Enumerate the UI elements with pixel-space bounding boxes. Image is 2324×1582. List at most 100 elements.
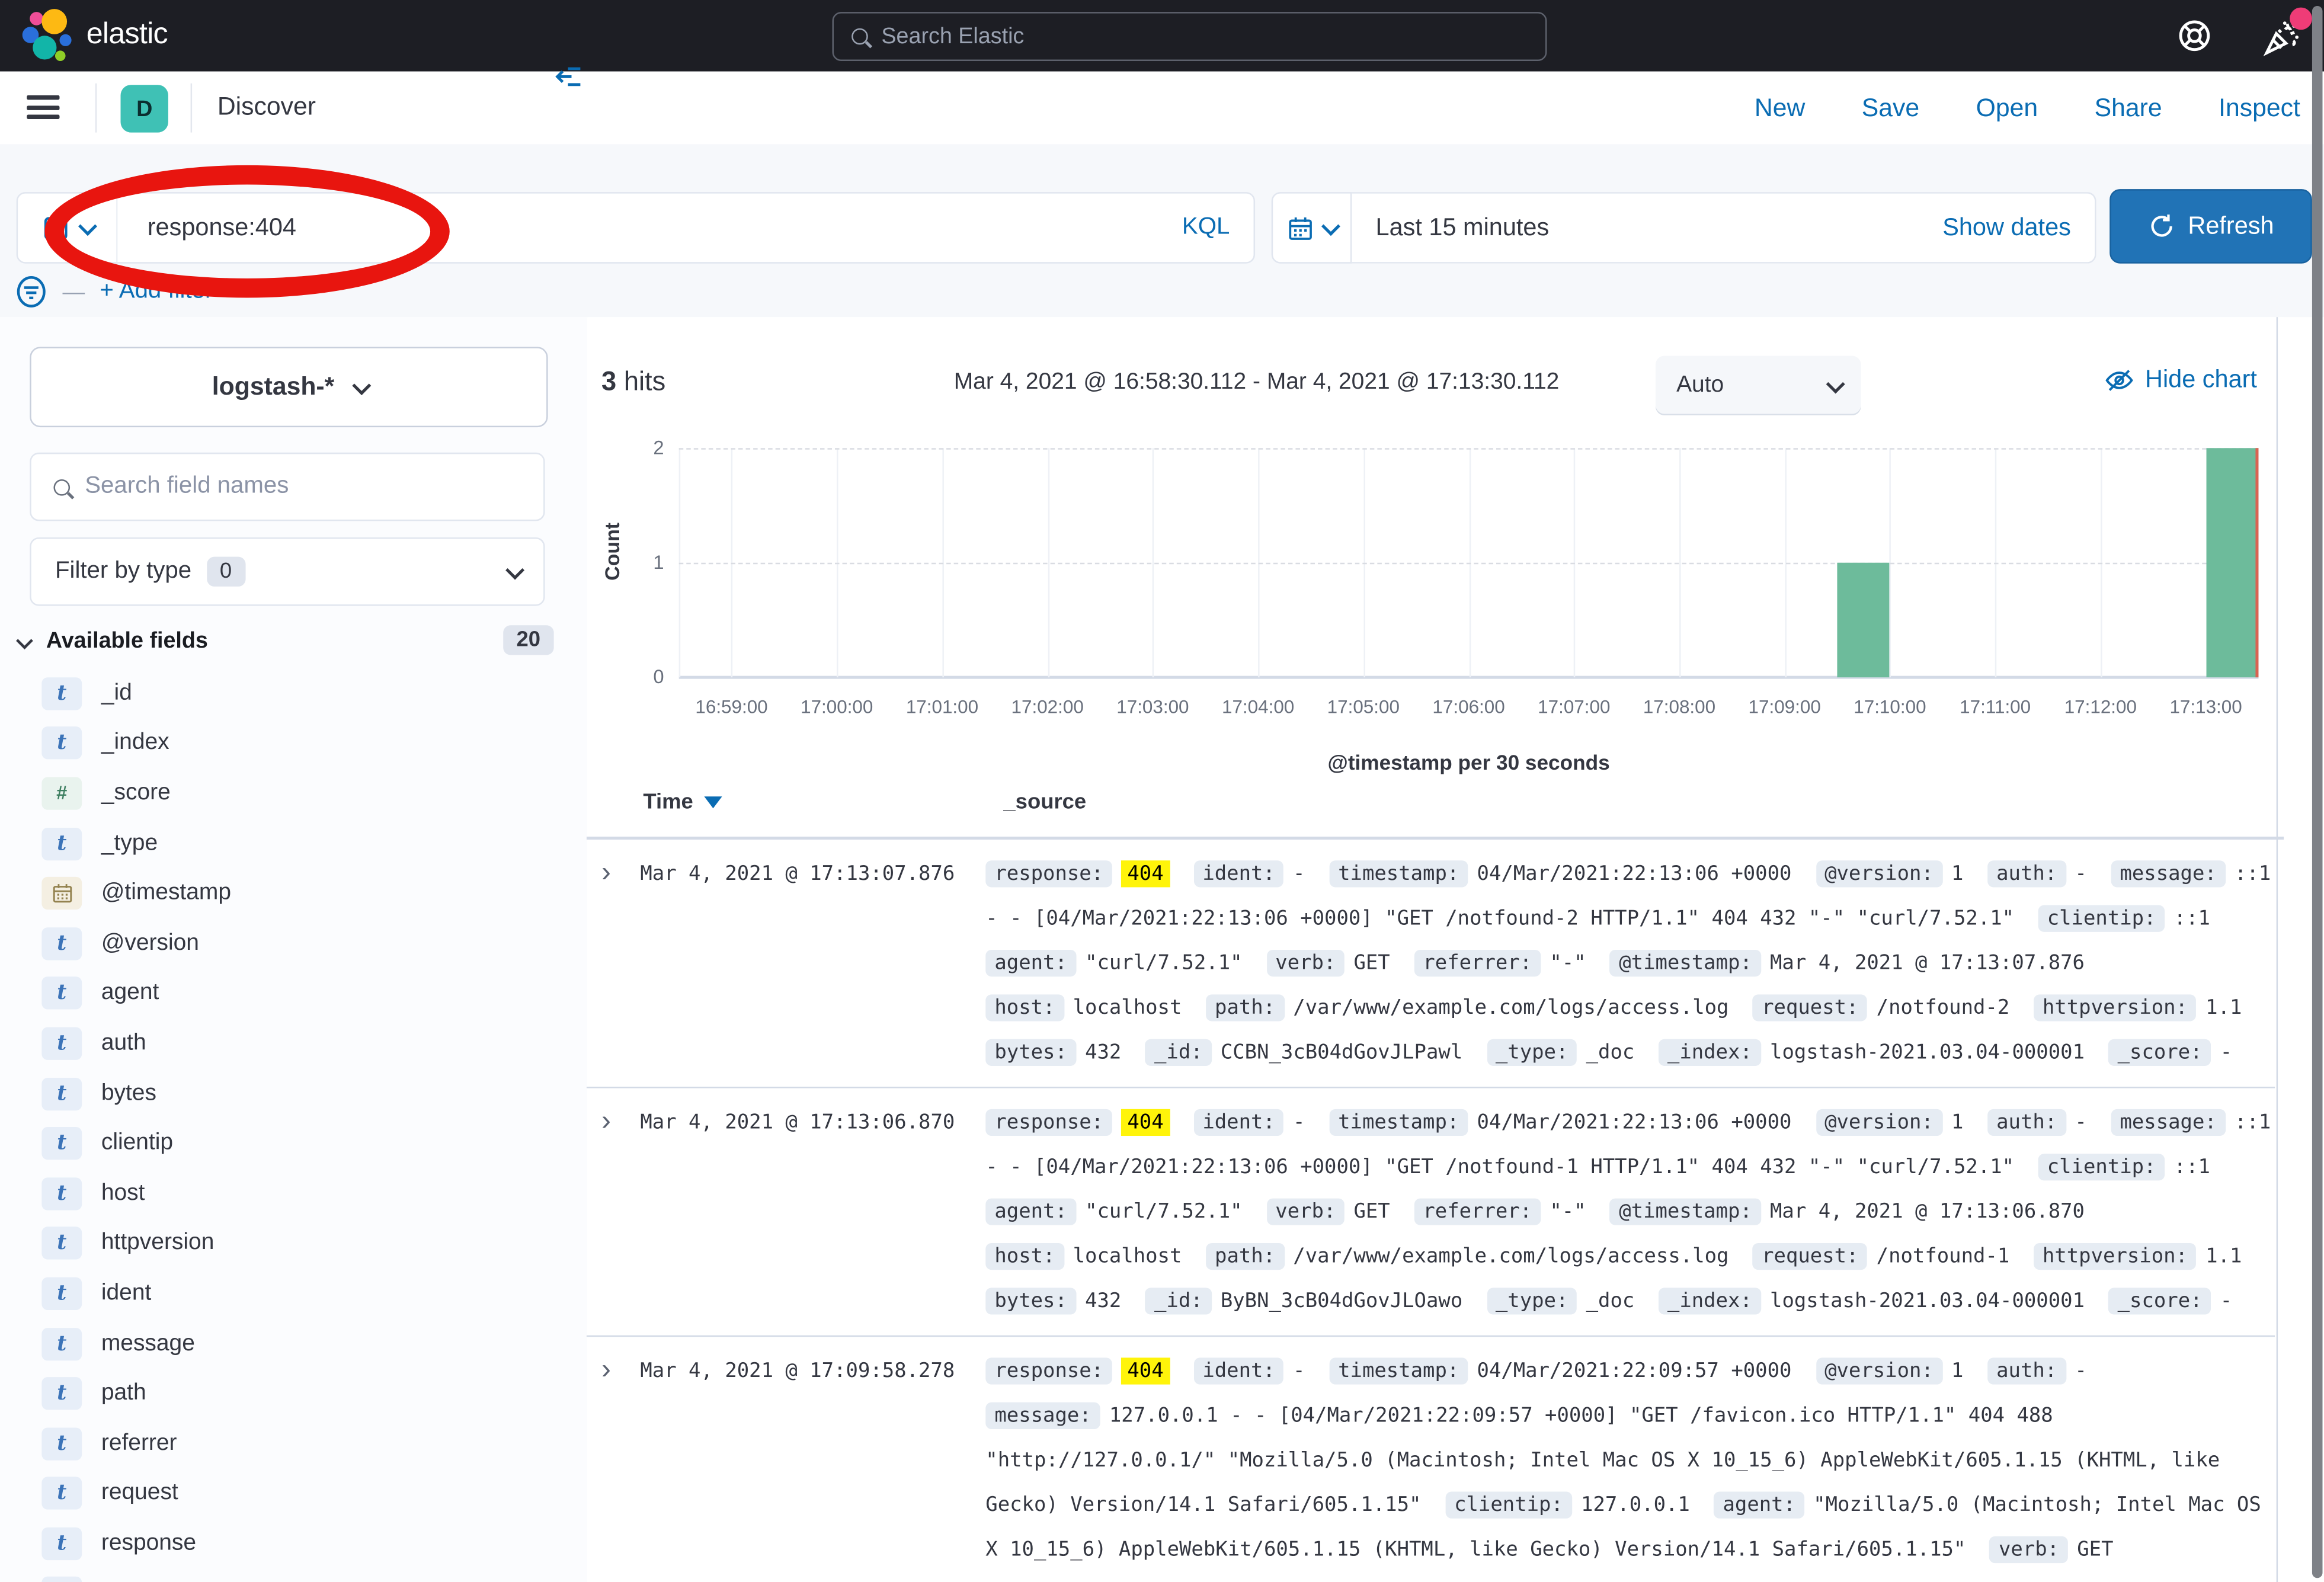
time-range-value[interactable]: Last 15 minutes xyxy=(1352,214,1942,242)
menu-icon[interactable] xyxy=(27,95,59,119)
filter-by-type-select[interactable]: Filter by type 0 xyxy=(30,537,545,606)
field-badge: @version: xyxy=(1816,1357,1942,1384)
query-input[interactable]: response:404 xyxy=(117,214,1182,242)
sidebar-field-_score[interactable]: #_score xyxy=(0,768,587,818)
string-type-icon: t xyxy=(41,1277,82,1310)
field-badge: bytes: xyxy=(985,1288,1076,1314)
field-badge: _index: xyxy=(1659,1288,1761,1314)
x-tick-label: 17:10:00 xyxy=(1854,697,1926,718)
x-tick-label: 17:01:00 xyxy=(906,697,978,718)
sidebar-field-ident[interactable]: tident xyxy=(0,1269,587,1318)
field-badge: request: xyxy=(1753,1243,1868,1270)
sidebar-field-@timestamp[interactable]: @timestamp xyxy=(0,869,587,918)
filter-icon[interactable] xyxy=(15,276,47,308)
chevron-down-icon[interactable] xyxy=(16,632,33,649)
field-name: auth xyxy=(101,1030,146,1057)
refresh-button[interactable]: Refresh xyxy=(2109,189,2312,264)
field-name: bytes xyxy=(101,1080,156,1107)
doc-table-body: ›Mar 4, 2021 @ 17:13:07.876response:404 … xyxy=(587,840,2275,1582)
interval-select[interactable]: Auto xyxy=(1656,356,1861,415)
save-button[interactable]: Save xyxy=(1862,94,1919,123)
help-icon[interactable] xyxy=(2176,18,2212,53)
sidebar-field-_id[interactable]: t_id xyxy=(0,668,587,718)
field-badge: message: xyxy=(2111,1109,2226,1136)
expand-doc-icon[interactable]: › xyxy=(587,1100,640,1145)
field-badge: request: xyxy=(1753,994,1868,1021)
global-search-input[interactable]: Search Elastic xyxy=(832,12,1547,61)
doc-time: Mar 4, 2021 @ 17:13:06.870 xyxy=(640,1100,985,1145)
add-filter-button[interactable]: + Add filter xyxy=(100,278,213,305)
histogram-bar-17:09:30[interactable] xyxy=(1838,563,1890,677)
fields-sidebar: logstash-* Search field names Filter by … xyxy=(0,317,588,1582)
collapse-sidebar-icon[interactable] xyxy=(554,63,582,91)
sidebar-field-host[interactable]: thost xyxy=(0,1168,587,1218)
field-badge: referrer: xyxy=(1414,1199,1541,1225)
field-badge: path: xyxy=(1206,1243,1284,1270)
sidebar-field-bytes[interactable]: tbytes xyxy=(0,1068,587,1118)
sidebar-field-clientip[interactable]: tclientip xyxy=(0,1119,587,1168)
sidebar-field-auth[interactable]: tauth xyxy=(0,1019,587,1068)
string-type-icon: t xyxy=(41,1077,82,1110)
field-badge: auth: xyxy=(1987,1109,2066,1136)
hide-chart-button[interactable]: Hide chart xyxy=(2105,366,2257,395)
sidebar-field-message[interactable]: tmessage xyxy=(0,1318,587,1368)
query-language-button[interactable]: KQL xyxy=(1182,214,1254,241)
search-icon xyxy=(852,28,868,45)
new-button[interactable]: New xyxy=(1755,94,1805,123)
x-tick-label: 17:07:00 xyxy=(1538,697,1610,718)
x-tick-label: 17:13:00 xyxy=(2169,697,2242,718)
chevron-down-icon xyxy=(505,560,524,579)
page-title: Discover xyxy=(217,92,316,122)
date-picker-button[interactable] xyxy=(1272,192,1352,264)
x-tick-label: 17:06:00 xyxy=(1432,697,1504,718)
histogram-chart[interactable] xyxy=(679,448,2259,677)
app-navbar: D Discover New Save Open Share Inspect xyxy=(0,72,2324,146)
doc-table-row: ›Mar 4, 2021 @ 17:09:58.278response:404 … xyxy=(587,1337,2275,1582)
sidebar-field-request[interactable]: trequest xyxy=(0,1469,587,1519)
expand-doc-icon[interactable]: › xyxy=(587,851,640,896)
sidebar-field-agent[interactable]: tagent xyxy=(0,969,587,1019)
doc-time: Mar 4, 2021 @ 17:09:58.278 xyxy=(640,1349,985,1393)
field-name: _score xyxy=(101,780,171,807)
field-badge: message: xyxy=(985,1402,1100,1429)
x-tick-label: 17:04:00 xyxy=(1222,697,1294,718)
page-scrollbar[interactable] xyxy=(2312,6,2322,1578)
index-pattern-select[interactable]: logstash-* xyxy=(30,347,548,427)
query-bar-section: response:404 KQL Last 15 minutes Show da… xyxy=(0,145,2324,317)
time-column-header[interactable]: Time xyxy=(643,790,721,814)
inspect-button[interactable]: Inspect xyxy=(2219,94,2300,123)
sidebar-field-referrer[interactable]: treferrer xyxy=(0,1418,587,1468)
search-icon xyxy=(53,479,70,495)
share-button[interactable]: Share xyxy=(2095,94,2162,123)
discover-app-icon[interactable]: D xyxy=(121,85,168,132)
filter-type-count-badge: 0 xyxy=(206,557,245,587)
notification-badge xyxy=(2290,8,2312,30)
sidebar-field-path[interactable]: tpath xyxy=(0,1369,587,1418)
field-badge: response: xyxy=(985,860,1112,887)
sidebar-field-timestamp[interactable]: ttimestamp xyxy=(0,1568,587,1582)
field-badge: agent: xyxy=(985,1199,1076,1225)
sidebar-field-response[interactable]: tresponse xyxy=(0,1519,587,1568)
field-name: path xyxy=(101,1380,146,1407)
open-button[interactable]: Open xyxy=(1976,94,2038,123)
x-tick-label: 17:12:00 xyxy=(2064,697,2137,718)
brand-wordmark: elastic xyxy=(87,18,168,52)
sidebar-field-_index[interactable]: t_index xyxy=(0,719,587,768)
sidebar-field-httpversion[interactable]: thttpversion xyxy=(0,1219,587,1269)
kibana-discover-page: elastic Search Elastic D Discover New Sa… xyxy=(0,0,2324,1582)
sort-desc-icon xyxy=(703,796,721,808)
string-type-icon: t xyxy=(41,977,82,1010)
histogram-bar-17:13:00[interactable] xyxy=(2206,448,2259,677)
field-badge: _index: xyxy=(1659,1039,1761,1066)
sidebar-field-_type[interactable]: t_type xyxy=(0,818,587,868)
elastic-logo-icon[interactable] xyxy=(21,9,74,62)
field-badge: auth: xyxy=(1987,1357,2066,1384)
field-badge: bytes: xyxy=(985,1039,1076,1066)
field-name: @timestamp xyxy=(101,880,231,907)
sidebar-field-@version[interactable]: t@version xyxy=(0,918,587,968)
expand-doc-icon[interactable]: › xyxy=(587,1349,640,1393)
saved-query-menu-button[interactable] xyxy=(18,194,117,262)
field-search-input[interactable]: Search field names xyxy=(30,453,545,521)
show-dates-button[interactable]: Show dates xyxy=(1942,214,2095,242)
x-tick-label: 17:05:00 xyxy=(1327,697,1400,718)
